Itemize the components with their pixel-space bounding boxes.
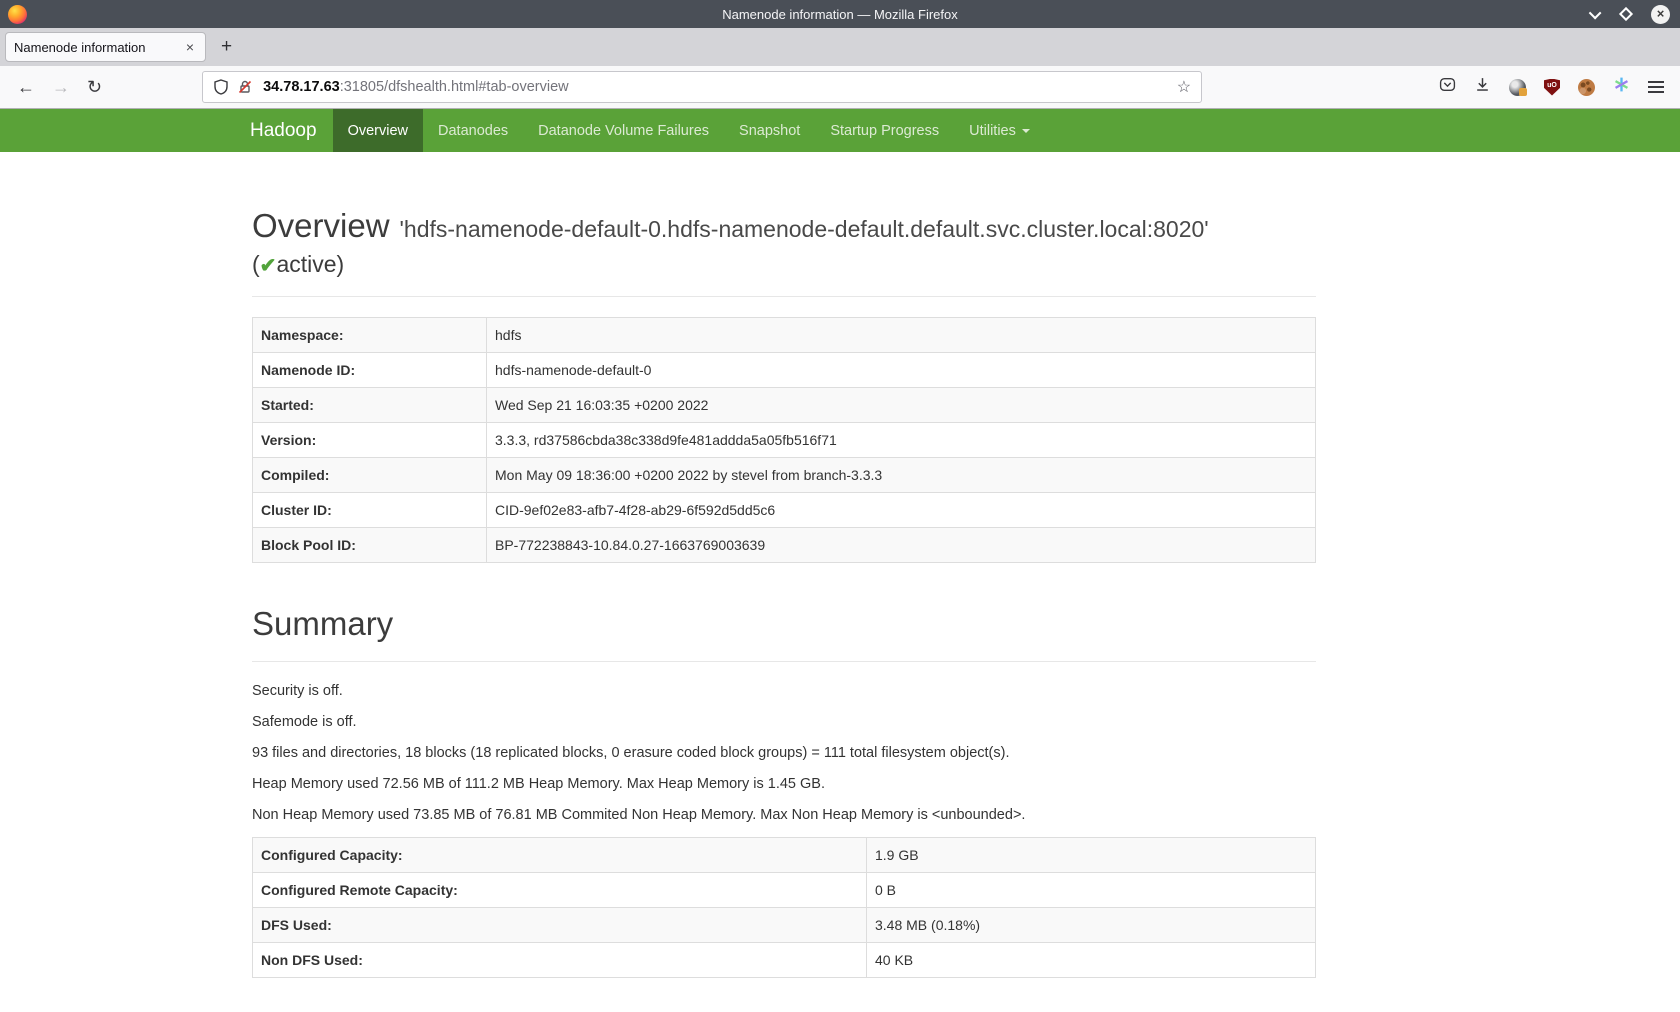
row-label: Namenode ID: bbox=[253, 353, 487, 388]
status-text: active) bbox=[276, 251, 344, 277]
row-value: 1.9 GB bbox=[867, 838, 1316, 873]
tab-title: Namenode information bbox=[14, 40, 183, 55]
row-label: DFS Used: bbox=[253, 908, 867, 943]
summary-line-safemode: Safemode is off. bbox=[252, 713, 1316, 731]
row-value: BP-772238843-10.84.0.27-1663769003639 bbox=[487, 528, 1316, 563]
row-label: Non DFS Used: bbox=[253, 943, 867, 978]
table-row: DFS Used:3.48 MB (0.18%) bbox=[253, 908, 1316, 943]
caret-down-icon bbox=[1022, 129, 1030, 133]
namenode-host-address: 'hdfs-namenode-default-0.hdfs-namenode-d… bbox=[400, 216, 1209, 242]
nav-tab-snapshot[interactable]: Snapshot bbox=[724, 109, 815, 152]
lock-insecure-icon[interactable] bbox=[237, 79, 253, 95]
row-label: Version: bbox=[253, 423, 487, 458]
new-tab-button[interactable]: + bbox=[221, 36, 232, 58]
table-row: Configured Remote Capacity:0 B bbox=[253, 873, 1316, 908]
window-minimize-button[interactable] bbox=[1589, 6, 1602, 19]
browser-toolbar: ← → ↻ 34.78.17.63:31805/dfshealth.html#t… bbox=[0, 66, 1680, 109]
summary-line-security: Security is off. bbox=[252, 682, 1316, 700]
window-controls: × bbox=[1592, 5, 1670, 24]
back-button[interactable]: ← bbox=[17, 78, 35, 96]
overview-title: Overview bbox=[252, 207, 390, 244]
url-bar[interactable]: 34.78.17.63:31805/dfshealth.html#tab-ove… bbox=[202, 71, 1202, 103]
hadoop-brand[interactable]: Hadoop bbox=[250, 109, 333, 152]
nav-tab-datanodes[interactable]: Datanodes bbox=[423, 109, 523, 152]
nav-tab-utilities-label: Utilities bbox=[969, 123, 1016, 139]
window-maximize-button[interactable] bbox=[1619, 7, 1633, 21]
namenode-status: (✔active) bbox=[252, 251, 1316, 278]
mini-lock-icon bbox=[1519, 88, 1527, 96]
firefox-logo-icon bbox=[8, 5, 27, 24]
summary-line-nonheap: Non Heap Memory used 73.85 MB of 76.81 M… bbox=[252, 806, 1316, 824]
window-titlebar: Namenode information — Mozilla Firefox × bbox=[0, 0, 1680, 28]
summary-line-files: 93 files and directories, 18 blocks (18 … bbox=[252, 744, 1316, 762]
ublock-origin-icon[interactable]: uO bbox=[1544, 79, 1560, 96]
capacity-table: Configured Capacity:1.9 GB Configured Re… bbox=[252, 837, 1316, 978]
tab-strip: Namenode information × + bbox=[0, 28, 1680, 66]
table-row: Started:Wed Sep 21 16:03:35 +0200 2022 bbox=[253, 388, 1316, 423]
nav-tab-startup-progress[interactable]: Startup Progress bbox=[815, 109, 954, 152]
row-label: Started: bbox=[253, 388, 487, 423]
table-row: Namenode ID:hdfs-namenode-default-0 bbox=[253, 353, 1316, 388]
forward-button[interactable]: → bbox=[52, 78, 70, 96]
row-value: Wed Sep 21 16:03:35 +0200 2022 bbox=[487, 388, 1316, 423]
table-row: Configured Capacity:1.9 GB bbox=[253, 838, 1316, 873]
colorful-asterisk-extension-icon[interactable] bbox=[1613, 76, 1630, 98]
reload-button[interactable]: ↻ bbox=[87, 78, 102, 96]
row-value: Mon May 09 18:36:00 +0200 2022 by stevel… bbox=[487, 458, 1316, 493]
shield-icon[interactable] bbox=[213, 79, 229, 95]
row-value: CID-9ef02e83-afb7-4f28-ab29-6f592d5dd5c6 bbox=[487, 493, 1316, 528]
row-value: hdfs-namenode-default-0 bbox=[487, 353, 1316, 388]
row-label: Cluster ID: bbox=[253, 493, 487, 528]
page-content: Overview 'hdfs-namenode-default-0.hdfs-na… bbox=[0, 207, 1316, 978]
table-row: Cluster ID:CID-9ef02e83-afb7-4f28-ab29-6… bbox=[253, 493, 1316, 528]
hadoop-navbar: Hadoop Overview Datanodes Datanode Volum… bbox=[0, 109, 1680, 152]
nav-tab-utilities[interactable]: Utilities bbox=[954, 109, 1045, 152]
nav-tab-datanode-volume-failures[interactable]: Datanode Volume Failures bbox=[523, 109, 724, 152]
status-paren: ( bbox=[252, 251, 260, 277]
row-value: 0 B bbox=[867, 873, 1316, 908]
privacy-extension-icon[interactable] bbox=[1509, 79, 1526, 96]
row-label: Configured Remote Capacity: bbox=[253, 873, 867, 908]
row-value: hdfs bbox=[487, 318, 1316, 353]
nav-tab-overview[interactable]: Overview bbox=[333, 109, 423, 152]
summary-line-heap: Heap Memory used 72.56 MB of 111.2 MB He… bbox=[252, 775, 1316, 793]
active-check-icon: ✔ bbox=[260, 255, 277, 277]
url-path: :31805/dfshealth.html#tab-overview bbox=[340, 79, 569, 95]
table-row: Non DFS Used:40 KB bbox=[253, 943, 1316, 978]
row-value: 40 KB bbox=[867, 943, 1316, 978]
summary-heading: Summary bbox=[252, 605, 1316, 643]
row-value: 3.48 MB (0.18%) bbox=[867, 908, 1316, 943]
divider bbox=[252, 661, 1316, 662]
table-row: Version:3.3.3, rd37586cbda38c338d9fe481a… bbox=[253, 423, 1316, 458]
table-row: Compiled:Mon May 09 18:36:00 +0200 2022 … bbox=[253, 458, 1316, 493]
overview-heading: Overview 'hdfs-namenode-default-0.hdfs-na… bbox=[252, 207, 1316, 245]
row-label: Namespace: bbox=[253, 318, 487, 353]
table-row: Block Pool ID:BP-772238843-10.84.0.27-16… bbox=[253, 528, 1316, 563]
tab-namenode-information[interactable]: Namenode information × bbox=[5, 32, 206, 62]
row-label: Compiled: bbox=[253, 458, 487, 493]
window-close-button[interactable]: × bbox=[1651, 5, 1670, 24]
download-icon[interactable] bbox=[1474, 76, 1491, 98]
overview-info-table: Namespace:hdfs Namenode ID:hdfs-namenode… bbox=[252, 317, 1316, 563]
menu-icon[interactable] bbox=[1648, 81, 1664, 93]
window-title: Namenode information — Mozilla Firefox bbox=[0, 7, 1680, 22]
cookie-extension-icon[interactable] bbox=[1578, 79, 1595, 96]
row-label: Configured Capacity: bbox=[253, 838, 867, 873]
bookmark-star-icon[interactable]: ☆ bbox=[1177, 77, 1191, 97]
table-row: Namespace:hdfs bbox=[253, 318, 1316, 353]
tab-close-icon[interactable]: × bbox=[183, 39, 197, 55]
row-label: Block Pool ID: bbox=[253, 528, 487, 563]
pocket-icon[interactable] bbox=[1439, 76, 1456, 98]
row-value: 3.3.3, rd37586cbda38c338d9fe481addda5a05… bbox=[487, 423, 1316, 458]
url-text: 34.78.17.63:31805/dfshealth.html#tab-ove… bbox=[263, 79, 569, 95]
url-host: 34.78.17.63 bbox=[263, 79, 340, 95]
divider bbox=[252, 296, 1316, 297]
toolbar-extensions: uO bbox=[1439, 76, 1664, 98]
